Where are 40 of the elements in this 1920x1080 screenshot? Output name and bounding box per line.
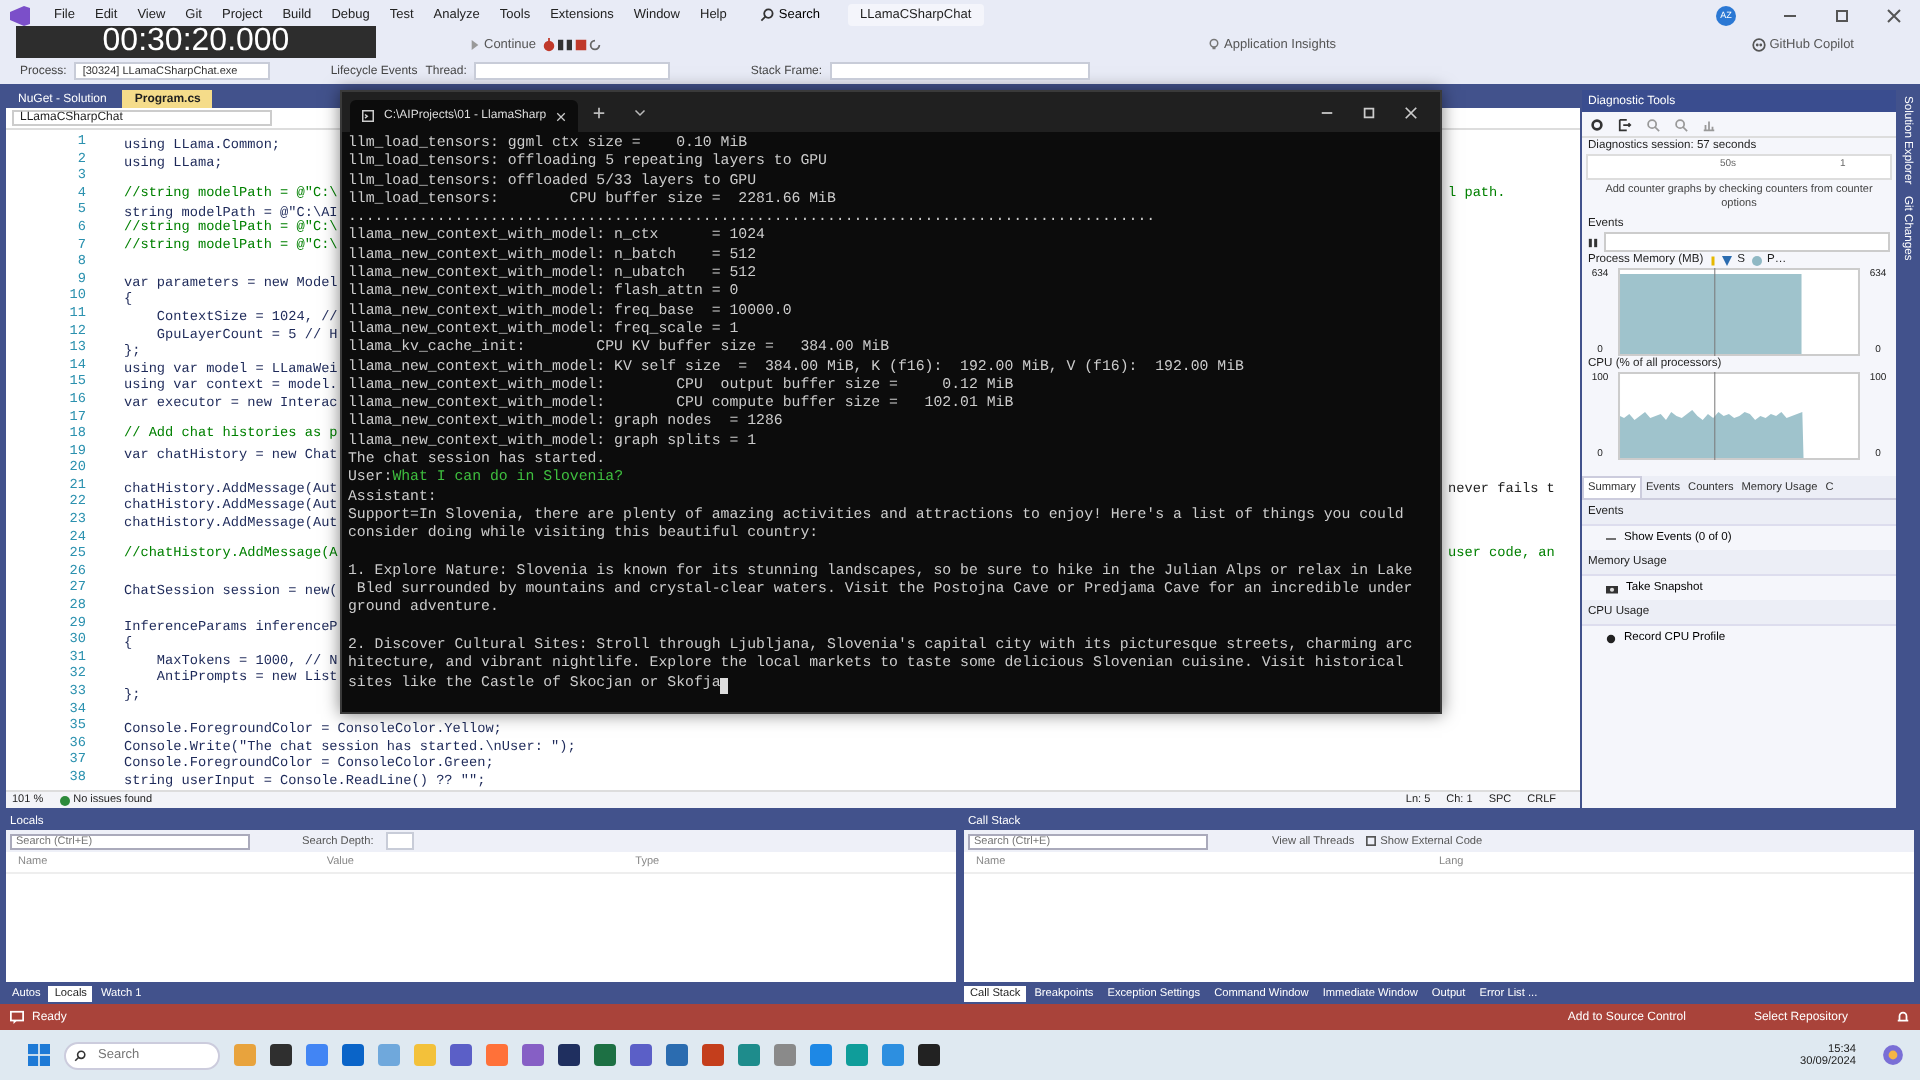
app-icon[interactable] (450, 1044, 472, 1066)
camera-icon (1606, 583, 1618, 593)
message-icon (10, 1010, 24, 1024)
restart-icon[interactable] (588, 37, 603, 51)
text-cursor (720, 677, 729, 694)
maximize-icon[interactable] (1834, 7, 1850, 23)
app-icon[interactable] (342, 1044, 364, 1066)
zoom-out-icon[interactable] (1674, 117, 1688, 131)
video-timecode: 00:30:20.000 (16, 26, 376, 58)
check-icon (59, 795, 70, 805)
bell-icon[interactable] (1896, 1010, 1910, 1024)
marker-icon (1709, 255, 1716, 265)
lightbulb-icon (1208, 38, 1221, 50)
export-icon[interactable] (1618, 117, 1632, 131)
app-icon[interactable] (270, 1044, 292, 1066)
close-icon[interactable] (1886, 7, 1902, 23)
zoom-in-icon[interactable] (1646, 117, 1660, 131)
app-icon[interactable] (666, 1044, 688, 1066)
app-icon[interactable] (918, 1044, 940, 1066)
pause-icon[interactable] (1588, 237, 1598, 247)
settings-icon[interactable] (1590, 117, 1604, 131)
search-icon (760, 8, 775, 22)
pause-icon[interactable] (556, 37, 575, 51)
terminal-icon (362, 110, 374, 122)
play-icon (470, 39, 480, 49)
checkbox-icon[interactable] (1366, 836, 1377, 846)
stop-icon[interactable] (574, 37, 589, 51)
copilot-icon (1751, 37, 1766, 51)
app-logo-icon (8, 5, 32, 25)
app-icon[interactable] (630, 1044, 652, 1066)
dash-icon (1606, 533, 1616, 543)
app-icon[interactable] (558, 1044, 580, 1066)
windows-start-icon[interactable] (28, 1044, 50, 1066)
search-icon (74, 1049, 86, 1061)
triangle-icon (1721, 255, 1732, 265)
chart-icon[interactable] (1702, 117, 1716, 131)
dot-icon (1751, 255, 1762, 265)
record-icon (1606, 633, 1616, 643)
assistant-icon[interactable] (1882, 1044, 1904, 1066)
app-icon[interactable] (594, 1044, 616, 1066)
